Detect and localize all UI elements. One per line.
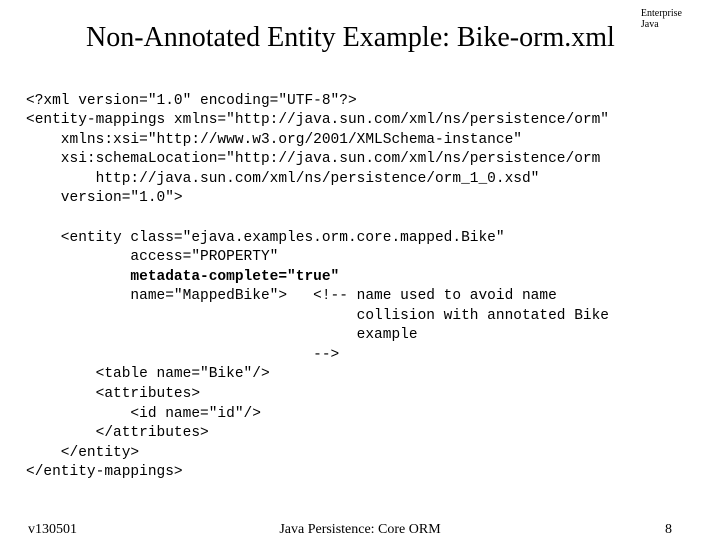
footer-title: Java Persistence: Core ORM <box>0 522 720 538</box>
code-line: <attributes> <box>26 386 200 402</box>
code-line: </entity> <box>26 445 139 461</box>
code-line: <entity-mappings xmlns="http://java.sun.… <box>26 112 609 128</box>
slide-title: Non-Annotated Entity Example: Bike-orm.x… <box>86 22 615 54</box>
code-line: <entity class="ejava.examples.orm.core.m… <box>26 230 505 246</box>
code-line: <?xml version="1.0" encoding="UTF-8"?> <box>26 93 357 109</box>
code-line: </attributes> <box>26 425 209 441</box>
code-block: <?xml version="1.0" encoding="UTF-8"?> <… <box>26 72 609 483</box>
code-line <box>26 269 130 285</box>
code-line: xsi:schemaLocation="http://java.sun.com/… <box>26 151 600 167</box>
code-line: --> <box>26 347 339 363</box>
code-line: version="1.0"> <box>26 190 183 206</box>
code-line: </entity-mappings> <box>26 464 183 480</box>
code-line: access="PROPERTY" <box>26 249 278 265</box>
footer-page-number: 8 <box>665 522 672 538</box>
code-line: http://java.sun.com/xml/ns/persistence/o… <box>26 171 539 187</box>
code-line: name="MappedBike"> <!-- name used to avo… <box>26 288 557 304</box>
code-line: xmlns:xsi="http://www.w3.org/2001/XMLSch… <box>26 132 522 148</box>
code-line: <id name="id"/> <box>26 406 261 422</box>
code-line: <table name="Bike"/> <box>26 366 270 382</box>
code-line: example <box>26 327 418 343</box>
header-tag-line2: Java <box>641 19 682 30</box>
code-line: collision with annotated Bike <box>26 308 609 324</box>
code-line-bold: metadata-complete="true" <box>130 269 339 285</box>
header-tag-line1: Enterprise <box>641 8 682 19</box>
header-tag: Enterprise Java <box>641 8 682 30</box>
